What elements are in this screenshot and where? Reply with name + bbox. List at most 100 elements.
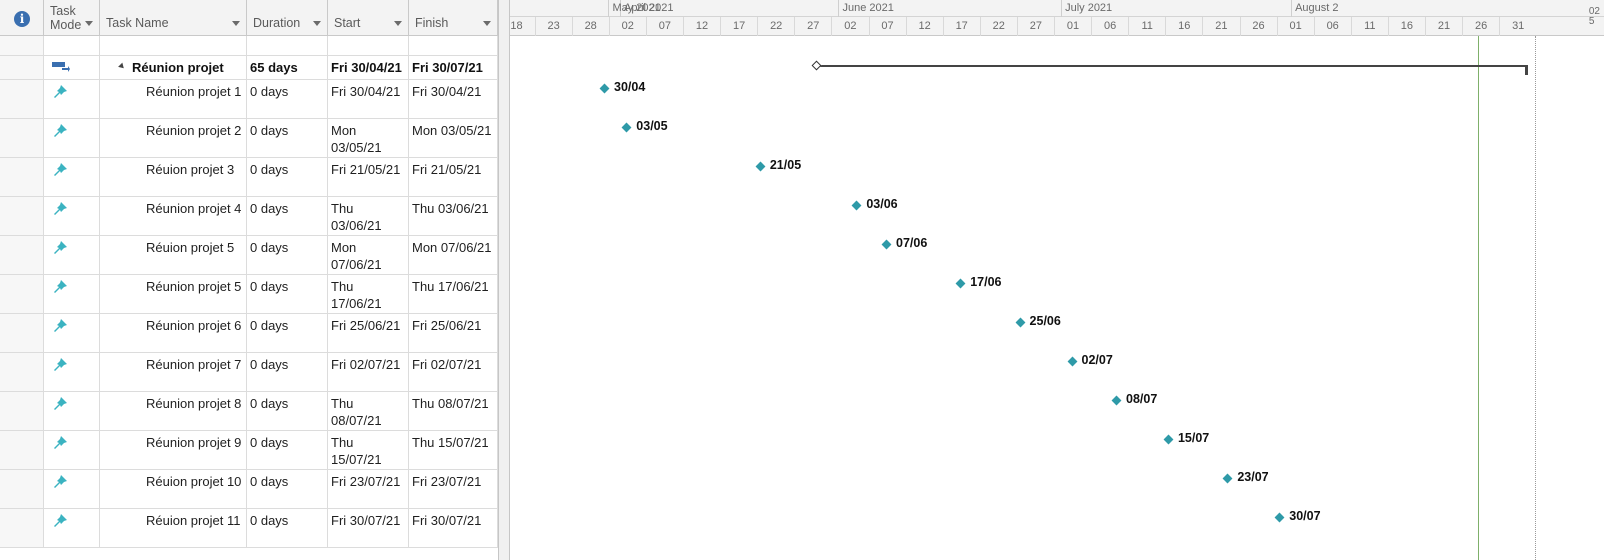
start-cell[interactable]: Fri 30/04/21 bbox=[328, 56, 409, 79]
milestone-marker[interactable] bbox=[1274, 512, 1285, 523]
milestone-marker[interactable] bbox=[955, 278, 966, 289]
duration-cell[interactable]: 0 days bbox=[247, 431, 328, 469]
duration-cell[interactable]: 0 days bbox=[247, 275, 328, 313]
milestone-marker[interactable] bbox=[621, 122, 632, 133]
duration-cell[interactable]: 0 days bbox=[247, 470, 328, 508]
finish-cell[interactable]: Fri 02/07/21 bbox=[409, 353, 498, 391]
task-row[interactable]: Réuion projet 11 0 days Fri 30/07/21 Fri 30… bbox=[0, 509, 498, 548]
duration-cell[interactable]: 0 days bbox=[247, 80, 328, 118]
task-row[interactable]: Réuion projet 50 days Mon 07/06/21 Mon 07/… bbox=[0, 236, 498, 275]
start-cell[interactable]: Fri 25/06/21 bbox=[328, 314, 409, 352]
duration-cell[interactable]: 0 days bbox=[247, 158, 328, 196]
summary-bar[interactable] bbox=[818, 65, 1528, 67]
chevron-down-icon[interactable] bbox=[313, 21, 321, 26]
duration-cell[interactable]: 0 days bbox=[247, 509, 328, 547]
manual-schedule-pin-icon bbox=[54, 163, 67, 176]
finish-cell[interactable]: Fri 25/06/21 bbox=[409, 314, 498, 352]
name-cell[interactable]: Réuion projet 11 bbox=[100, 509, 247, 547]
task-row[interactable]: Réuion projet 30 days Fri 21/05/21 Fri 21/… bbox=[0, 158, 498, 197]
task-row[interactable]: Réunion projet 20 days Mon 03/05/21 Mon 03… bbox=[0, 119, 498, 158]
finish-cell[interactable]: Mon 03/05/21 bbox=[409, 119, 498, 157]
task-mode-column-header[interactable]: Task Mode bbox=[44, 0, 100, 36]
task-row[interactable]: Réunion projet 60 days Fri 25/06/21 Fri 25… bbox=[0, 314, 498, 353]
milestone-marker[interactable] bbox=[1111, 395, 1122, 406]
finish-cell[interactable]: Mon 07/06/21 bbox=[409, 236, 498, 274]
indicator-cell bbox=[0, 431, 44, 469]
task-row[interactable]: Réunion projet 50 days Thu 17/06/21 Thu 17… bbox=[0, 275, 498, 314]
name-cell[interactable]: Réuion projet 5 bbox=[100, 236, 247, 274]
task-row[interactable]: Réunion projet 40 days Thu 03/06/21 Thu 03… bbox=[0, 197, 498, 236]
finish-cell[interactable]: Thu 08/07/21 bbox=[409, 392, 498, 430]
start-cell[interactable]: Thu 03/06/21 bbox=[328, 197, 409, 235]
duration-cell[interactable]: 0 days bbox=[247, 119, 328, 157]
chevron-down-icon[interactable] bbox=[483, 21, 491, 26]
duration-column-header[interactable]: Duration bbox=[247, 0, 328, 36]
task-row[interactable]: Réuion projet 10 0 days Fri 23/07/21 Fri 23… bbox=[0, 470, 498, 509]
start-column-header[interactable]: Start bbox=[328, 0, 409, 36]
start-cell[interactable]: Fri 30/07/21 bbox=[328, 509, 409, 547]
finish-cell[interactable]: Fri 23/07/21 bbox=[409, 470, 498, 508]
finish-cell[interactable]: Thu 03/06/21 bbox=[409, 197, 498, 235]
finish-cell[interactable]: Thu 15/07/21 bbox=[409, 431, 498, 469]
milestone-marker[interactable] bbox=[1163, 434, 1174, 445]
name-cell[interactable]: Réunion projet 7 bbox=[100, 353, 247, 391]
duration-cell[interactable]: 0 days bbox=[247, 353, 328, 391]
start-cell[interactable]: Fri 21/05/21 bbox=[328, 158, 409, 196]
task-row[interactable]: Réunion projet 70 days Fri 02/07/21 Fri 02… bbox=[0, 353, 498, 392]
start-cell[interactable]: Mon 07/06/21 bbox=[328, 236, 409, 274]
start-cell[interactable]: Fri 30/04/21 bbox=[328, 80, 409, 118]
indicators-column-header[interactable]: i bbox=[0, 0, 44, 36]
name-cell[interactable]: Réunion projet 5 bbox=[100, 275, 247, 313]
task-row[interactable]: Réunion projet 80 days Thu 08/07/21 Thu 08… bbox=[0, 392, 498, 431]
name-cell[interactable]: Réuion projet 3 bbox=[100, 158, 247, 196]
duration-cell[interactable]: 65 days bbox=[247, 56, 328, 79]
duration-cell[interactable]: 0 days bbox=[247, 197, 328, 235]
start-cell[interactable]: Mon 03/05/21 bbox=[328, 119, 409, 157]
duration-cell[interactable]: 0 days bbox=[247, 392, 328, 430]
name-cell[interactable]: Réunion projet 8 bbox=[100, 392, 247, 430]
timescale-day-label: 12 bbox=[905, 17, 943, 36]
name-cell[interactable]: Réunion projet 6 bbox=[100, 314, 247, 352]
name-cell[interactable]: Réunion projet 4 bbox=[100, 197, 247, 235]
manual-schedule-pin-icon bbox=[54, 319, 67, 332]
duration-cell[interactable]: 0 days bbox=[247, 314, 328, 352]
name-cell[interactable]: Réunion projet bbox=[100, 56, 247, 79]
pane-splitter[interactable] bbox=[498, 0, 510, 560]
finish-cell[interactable]: Fri 30/07/21 bbox=[409, 509, 498, 547]
milestone-date-label: 03/05 bbox=[636, 119, 668, 133]
finish-column-header[interactable]: Finish bbox=[409, 0, 498, 36]
name-cell[interactable]: Réunion projet 9 bbox=[100, 431, 247, 469]
name-cell[interactable]: Réunion projet 2 bbox=[100, 119, 247, 157]
timescale-day-label: 06 bbox=[1313, 17, 1351, 36]
finish-cell[interactable]: Fri 21/05/21 bbox=[409, 158, 498, 196]
milestone-marker[interactable] bbox=[851, 200, 862, 211]
milestone-marker[interactable] bbox=[1067, 356, 1077, 367]
finish-cell[interactable]: Fri 30/04/21 bbox=[409, 80, 498, 118]
summary-task-row[interactable]: Réunion projet 65 days Fri 30/04/21 Fri … bbox=[0, 56, 498, 80]
milestone-marker[interactable] bbox=[1222, 473, 1233, 484]
name-cell[interactable]: Réuion projet 10 bbox=[100, 470, 247, 508]
milestone-marker[interactable] bbox=[1015, 317, 1025, 328]
name-cell[interactable]: Réunion projet 1 bbox=[100, 80, 247, 118]
milestone-marker[interactable] bbox=[599, 83, 610, 94]
timescale-month-label: July 2021 bbox=[1061, 0, 1261, 17]
manual-schedule-pin-icon bbox=[54, 397, 67, 410]
milestone-marker[interactable] bbox=[881, 239, 892, 250]
finish-cell[interactable]: Fri 30/07/21 bbox=[409, 56, 498, 79]
task-name-column-header[interactable]: Task Name bbox=[100, 0, 247, 36]
collapse-triangle-icon[interactable] bbox=[118, 62, 126, 71]
milestone-marker[interactable] bbox=[755, 161, 766, 172]
chevron-down-icon[interactable] bbox=[232, 21, 240, 26]
chevron-down-icon[interactable] bbox=[85, 21, 93, 26]
empty-row[interactable] bbox=[0, 36, 498, 56]
start-cell[interactable]: Fri 02/07/21 bbox=[328, 353, 409, 391]
start-cell[interactable]: Thu 15/07/21 bbox=[328, 431, 409, 469]
finish-cell[interactable]: Thu 17/06/21 bbox=[409, 275, 498, 313]
start-cell[interactable]: Thu 08/07/21 bbox=[328, 392, 409, 430]
task-row[interactable]: Réunion projet 90 days Thu 15/07/21 Thu 15… bbox=[0, 431, 498, 470]
start-cell[interactable]: Thu 17/06/21 bbox=[328, 275, 409, 313]
duration-cell[interactable]: 0 days bbox=[247, 236, 328, 274]
task-row[interactable]: Réunion projet 10 days Fri 30/04/21 Fri 30… bbox=[0, 80, 498, 119]
chevron-down-icon[interactable] bbox=[394, 21, 402, 26]
start-cell[interactable]: Fri 23/07/21 bbox=[328, 470, 409, 508]
